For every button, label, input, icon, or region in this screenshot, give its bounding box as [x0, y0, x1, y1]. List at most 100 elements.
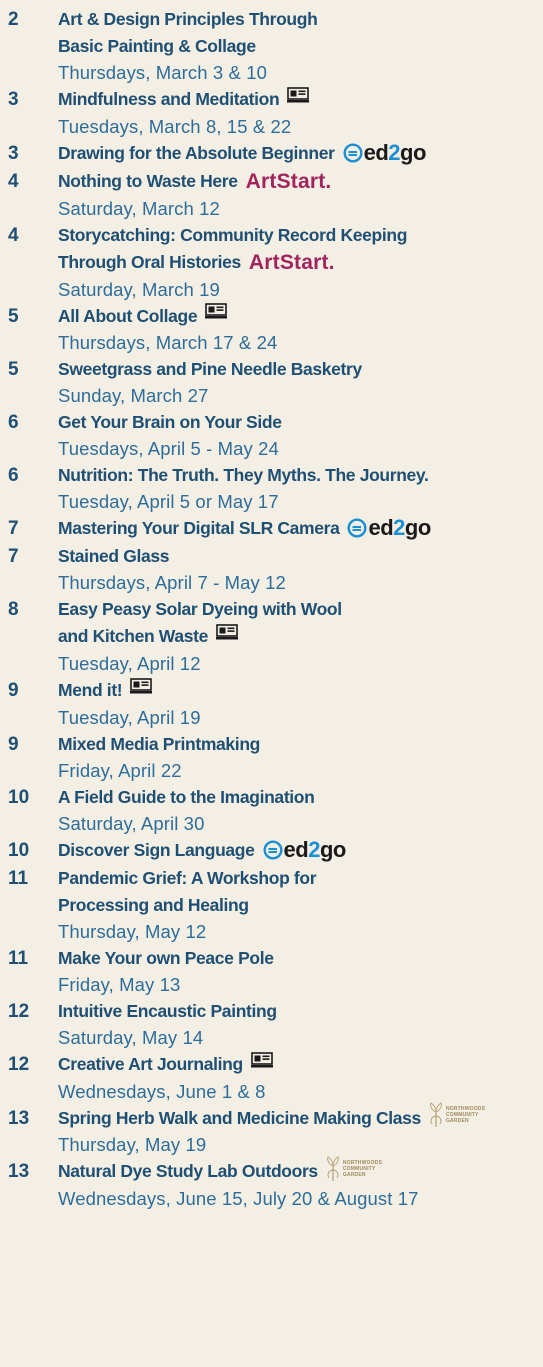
class-title[interactable]: Easy Peasy Solar Dyeing with Wool	[58, 596, 543, 623]
page-number: 4	[8, 170, 19, 192]
class-entry[interactable]: 8 Easy Peasy Solar Dyeing with Wool and Ki…	[0, 596, 543, 677]
class-title[interactable]: Pandemic Grief: A Workshop for	[58, 865, 543, 892]
page-number: 13	[8, 1107, 30, 1129]
class-title[interactable]: All About Collage	[58, 303, 543, 331]
online-class-icon	[215, 624, 238, 651]
class-title-text: Creative Art Journaling	[58, 1053, 243, 1074]
class-entry[interactable]: 9 Mend it! Tuesday, April 19	[0, 677, 543, 731]
ed2go-text-ed: ed	[283, 836, 309, 862]
class-title-text: Nutrition: The Truth. They Myths. The Jo…	[58, 465, 429, 486]
class-details: Pandemic Grief: A Workshop for Processing…	[58, 865, 543, 945]
class-title[interactable]: Storycatching: Community Record Keeping	[58, 222, 543, 249]
class-entry[interactable]: 13 Spring Herb Walk and Medicine Making C…	[0, 1102, 543, 1158]
class-entry[interactable]: 3 Mindfulness and Meditation Tuesdays, Mar…	[0, 86, 543, 140]
class-title-text: Get Your Brain on Your Side	[58, 412, 282, 433]
class-entry[interactable]: 12 Intuitive Encaustic Painting Saturday, …	[0, 998, 543, 1051]
class-date: Wednesdays, June 1 & 8	[58, 1080, 266, 1102]
class-entry[interactable]: 5 Sweetgrass and Pine Needle Basketry Sund…	[0, 356, 543, 409]
class-title[interactable]: Mindfulness and Meditation	[58, 86, 543, 114]
class-entry[interactable]: 11 Make Your own Peace Pole Friday, May 13	[0, 945, 543, 998]
class-entry[interactable]: 10 A Field Guide to the Imagination Saturd…	[0, 784, 543, 837]
online-class-icon	[287, 87, 310, 114]
page-number: 7	[8, 518, 19, 540]
ed2go-circle-icon	[347, 518, 367, 538]
class-date: Friday, April 22	[58, 760, 182, 781]
class-title[interactable]: and Kitchen Waste	[58, 623, 543, 651]
page-number: 6	[8, 465, 19, 487]
class-title[interactable]: Mend it!	[58, 677, 543, 705]
class-title[interactable]: Drawing for the Absolute Beginner ed2go	[58, 140, 543, 168]
class-entry[interactable]: 4 Storycatching: Community Record Keeping…	[0, 222, 543, 303]
class-entry[interactable]: 11 Pandemic Grief: A Workshop for Processi…	[0, 865, 543, 945]
ed2go-logo: ed2go	[263, 836, 346, 863]
class-date: Saturday, May 14	[58, 1026, 204, 1048]
class-title[interactable]: Creative Art Journaling	[58, 1051, 543, 1079]
class-title[interactable]: Processing and Healing	[58, 892, 543, 919]
class-entry[interactable]: 2 Art & Design Principles Through Basic Pa…	[0, 6, 543, 86]
page-number: 7	[8, 546, 19, 568]
ed2go-text-2: 2	[308, 836, 320, 862]
class-entry[interactable]: 4 Nothing to Waste Here ArtStart. Saturday,…	[0, 168, 543, 222]
class-title[interactable]: Mastering Your Digital SLR Camera ed2go	[58, 515, 543, 543]
class-title-text: Mastering Your Digital SLR Camera	[58, 518, 340, 539]
class-title[interactable]: A Field Guide to the Imagination	[58, 784, 543, 811]
class-title-text: Discover Sign Language	[58, 840, 255, 860]
class-title[interactable]: Natural Dye Study Lab Outdoors NORTHWOODS…	[58, 1155, 543, 1185]
class-title[interactable]: Make Your own Peace Pole	[58, 945, 543, 972]
class-title[interactable]: Through Oral Histories ArtStart.	[58, 249, 543, 277]
class-title-text: Natural Dye Study Lab Outdoors	[58, 1161, 318, 1182]
class-title[interactable]: Get Your Brain on Your Side	[58, 409, 543, 436]
class-details: Easy Peasy Solar Dyeing with Wool and Kit…	[58, 596, 543, 677]
class-title-text: Stained Glass	[58, 546, 170, 567]
class-entry[interactable]: 12 Creative Art Journaling Wednesdays, Jun…	[0, 1051, 543, 1105]
class-title-text: Mixed Media Printmaking	[58, 734, 260, 754]
class-title-text: All About Collage	[58, 305, 198, 326]
class-entry[interactable]: 7 Stained Glass Thursdays, April 7 - May 1…	[0, 543, 543, 596]
class-title[interactable]: Mixed Media Printmaking	[58, 731, 543, 758]
artstart-logo: ArtStart.	[245, 169, 332, 193]
class-title[interactable]: Nutrition: The Truth. They Myths. The Jo…	[58, 462, 543, 489]
class-entry[interactable]: 10 Discover Sign Language ed2go	[0, 837, 543, 865]
northwoods-garden-logo: NORTHWOODS COMMUNITY GARDEN	[326, 1155, 382, 1182]
page-number: 6	[8, 412, 19, 434]
class-title-text: Nothing to Waste Here	[58, 170, 238, 191]
class-title[interactable]: Sweetgrass and Pine Needle Basketry	[58, 356, 543, 383]
class-entry[interactable]: 13 Natural Dye Study Lab Outdoors NORTHWOO…	[0, 1155, 543, 1211]
class-title[interactable]: Discover Sign Language ed2go	[58, 837, 543, 865]
ed2go-text-go: go	[319, 836, 346, 862]
class-details: Stained Glass Thursdays, April 7 - May 12	[58, 543, 543, 596]
class-date: Thursdays, March 3 & 10	[58, 62, 267, 83]
page-number: 13	[8, 1161, 30, 1183]
class-title-text: A Field Guide to the Imagination	[58, 787, 315, 807]
class-title[interactable]: Nothing to Waste Here ArtStart.	[58, 168, 543, 196]
page-number: 10	[8, 840, 30, 861]
class-title-text: Through Oral Histories	[58, 251, 241, 272]
class-entry[interactable]: 6 Nutrition: The Truth. They Myths. The J…	[0, 462, 543, 515]
class-index-list: 2 Art & Design Principles Through Basic Pa…	[0, 0, 543, 1212]
class-entry[interactable]: 9 Mixed Media Printmaking Friday, April 22	[0, 731, 543, 784]
class-title[interactable]: Art & Design Principles Through	[58, 6, 543, 33]
ed2go-text-2: 2	[388, 139, 401, 165]
class-title[interactable]: Stained Glass	[58, 543, 543, 570]
class-date: Tuesday, April 12	[58, 653, 201, 675]
class-entry[interactable]: 3 Drawing for the Absolute Beginner ed2go	[0, 140, 543, 168]
class-title[interactable]: Basic Painting & Collage	[58, 33, 543, 60]
class-title[interactable]: Spring Herb Walk and Medicine Making Cla…	[58, 1102, 543, 1132]
class-title-text: Spring Herb Walk and Medicine Making Cla…	[58, 1107, 421, 1128]
class-title-text: Easy Peasy Solar Dyeing with Wool	[58, 599, 342, 620]
class-details: Mixed Media Printmaking Friday, April 22	[58, 731, 543, 784]
class-title-text: Art & Design Principles Through	[58, 9, 318, 29]
class-title-text: Pandemic Grief: A Workshop for	[58, 867, 317, 888]
class-entry[interactable]: 6 Get Your Brain on Your Side Tuesdays, Ap…	[0, 409, 543, 462]
page-number: 5	[8, 359, 19, 381]
class-title-text: Basic Painting & Collage	[58, 36, 256, 56]
class-details: Art & Design Principles Through Basic Pai…	[58, 6, 543, 86]
class-entry[interactable]: 5 All About Collage Thursdays, March 17 & …	[0, 303, 543, 357]
class-entry[interactable]: 7 Mastering Your Digital SLR Camera ed2go	[0, 515, 543, 543]
class-details: Make Your own Peace Pole Friday, May 13	[58, 945, 543, 998]
class-date: Thursday, May 19	[58, 1134, 207, 1156]
ed2go-text-ed: ed	[368, 515, 394, 541]
class-title[interactable]: Intuitive Encaustic Painting	[58, 998, 543, 1025]
class-title-text: Processing and Healing	[58, 894, 249, 915]
garden-logo-line: GARDEN	[342, 1171, 366, 1178]
